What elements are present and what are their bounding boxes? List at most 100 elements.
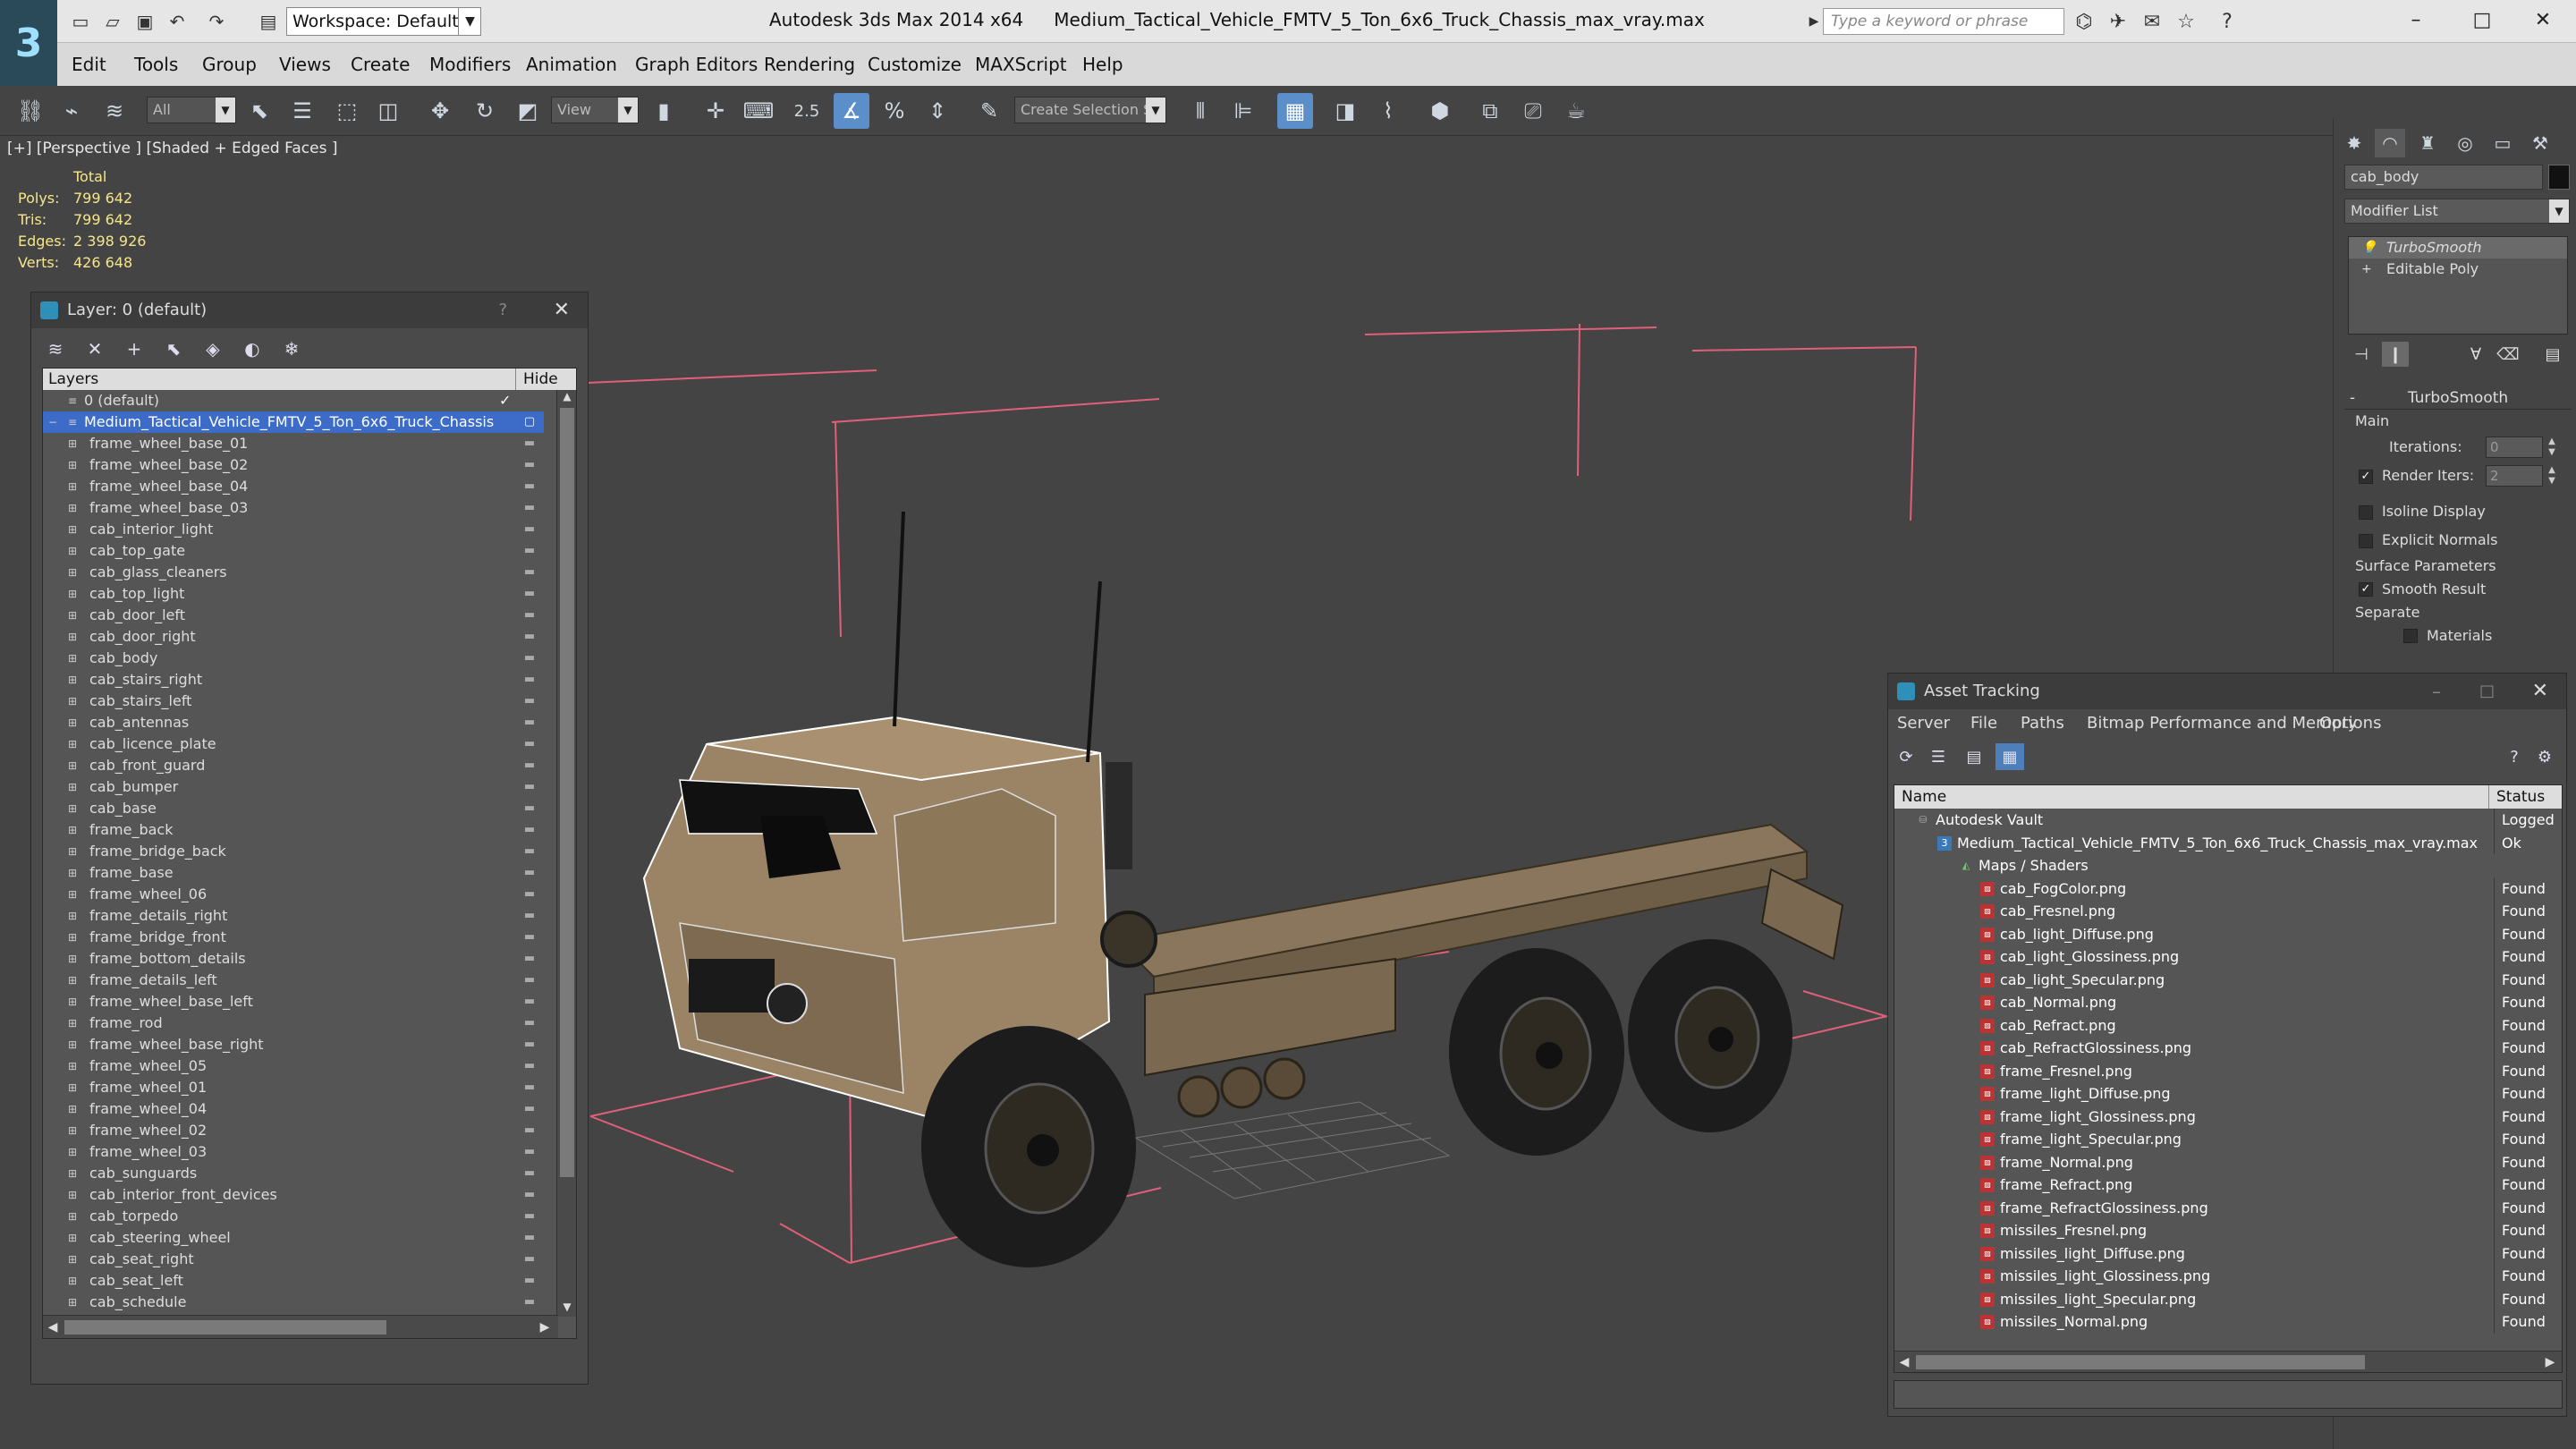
asset-menu-paths[interactable]: Paths	[2021, 709, 2064, 738]
material-editor-icon[interactable]: ⬢	[1422, 93, 1458, 129]
rollout-header[interactable]: - TurboSmooth	[2344, 386, 2572, 410]
snaps-toggle-icon[interactable]: 2.5	[789, 93, 825, 129]
hide-toggle[interactable]: ▬	[521, 776, 538, 798]
configure-sets-icon[interactable]: ▤	[2539, 342, 2566, 367]
layer-object-row[interactable]: ⊞ frame_wheel_base_03 ▬	[43, 497, 544, 519]
spinner-arrows-icon[interactable]: ▲ ▼	[2545, 465, 2559, 487]
hide-toggle[interactable]: ▬	[521, 1141, 538, 1163]
hide-toggle[interactable]: ▬	[521, 1206, 538, 1227]
column-name[interactable]: Name	[1902, 785, 1946, 809]
modifier-list-select[interactable]: Modifier List ▼	[2344, 199, 2570, 224]
communication-icon[interactable]: ✉	[2136, 7, 2168, 36]
layer-object-row[interactable]: ⊞ cab_top_light ▬	[43, 583, 544, 605]
render-setup-icon[interactable]: ⧉	[1472, 93, 1508, 129]
refresh-icon[interactable]: ⟳	[1892, 743, 1920, 770]
hide-toggle[interactable]: ▬	[521, 733, 538, 755]
hide-toggle[interactable]: ▬	[521, 927, 538, 948]
layer-object-row[interactable]: ⊞ frame_wheel_base_left ▬	[43, 991, 544, 1013]
hide-toggle[interactable]: ▬	[521, 1098, 538, 1120]
layer-object-row[interactable]: ⊞ frame_wheel_base_04 ▬	[43, 476, 544, 497]
minimize-icon[interactable]: –	[2432, 674, 2441, 709]
show-end-result-icon[interactable]: ❙	[2382, 342, 2409, 367]
asset-map-row[interactable]: ▨ frame_Fresnel.png Found	[1894, 1059, 2562, 1082]
lightbulb-icon[interactable]: 💡	[2361, 237, 2377, 258]
asset-map-row[interactable]: ▨ cab_Fresnel.png Found	[1894, 900, 2562, 923]
layer-object-row[interactable]: ⊞ cab_licence_plate ▬	[43, 733, 544, 755]
layer-object-row[interactable]: ⊞ frame_bottom_details ▬	[43, 948, 544, 970]
layer-object-row[interactable]: ⊞ cab_torpedo ▬	[43, 1206, 544, 1227]
hide-toggle[interactable]: ▬	[521, 712, 538, 733]
hide-toggle[interactable]: ▬	[521, 1120, 538, 1141]
hide-toggle[interactable]: ▬	[521, 648, 538, 669]
settings-icon[interactable]: ⚙	[2530, 743, 2559, 770]
select-object-icon[interactable]: ⬉	[242, 93, 277, 129]
layer-vertical-scrollbar[interactable]: ▲ ▼	[556, 390, 576, 1317]
hide-all-icon[interactable]: ◐	[237, 335, 267, 362]
asset-map-row[interactable]: ▨ missiles_light_Diffuse.png Found	[1894, 1241, 2562, 1265]
pin-stack-icon[interactable]: ⊣	[2348, 342, 2375, 367]
hide-toggle[interactable]: ▬	[521, 991, 538, 1013]
minimize-button[interactable]: –	[2383, 0, 2449, 39]
current-layer-check-icon[interactable]: ✓	[499, 390, 511, 411]
maximize-button[interactable]: □	[2449, 0, 2515, 39]
layer-object-row[interactable]: ⊞ cab_door_left ▬	[43, 605, 544, 626]
layer-object-row[interactable]: ⊞ frame_wheel_02 ▬	[43, 1120, 544, 1141]
display-tab-icon[interactable]: ▭	[2487, 129, 2518, 157]
hide-toggle[interactable]: ▬	[521, 669, 538, 691]
highlight-layer-icon[interactable]: ◈	[198, 335, 228, 362]
asset-map-row[interactable]: ▨ missiles_Normal.png Found	[1894, 1310, 2562, 1334]
hierarchy-tab-icon[interactable]: ♜	[2412, 129, 2443, 157]
iterations-spinner[interactable]: 0	[2486, 436, 2543, 458]
scroll-left-icon[interactable]: ◀	[43, 1316, 63, 1339]
hide-toggle[interactable]: ▬	[521, 519, 538, 540]
asset-map-row[interactable]: ▨ missiles_Fresnel.png Found	[1894, 1219, 2562, 1242]
layer-object-row[interactable]: ⊞ cab_glass_cleaners ▬	[43, 562, 544, 583]
hide-toggle[interactable]: ▬	[521, 1227, 538, 1249]
selection-filter-select[interactable]: All ▼	[147, 97, 236, 123]
help-icon[interactable]: ?	[2500, 743, 2529, 770]
new-file-icon[interactable]: ▭	[66, 7, 95, 36]
layer-object-row[interactable]: ⊞ frame_details_right ▬	[43, 905, 544, 927]
favorites-star-icon[interactable]: ☆	[2170, 7, 2202, 36]
layer-object-row[interactable]: ⊞ frame_wheel_base_01 ▬	[43, 433, 544, 454]
modify-tab-icon[interactable]: ◠	[2375, 129, 2405, 157]
asset-row-vault[interactable]: ⛁ Autodesk Vault Logged	[1894, 809, 2562, 832]
scroll-thumb[interactable]	[64, 1320, 386, 1335]
layer-object-row[interactable]: ⊞ frame_bridge_back ▬	[43, 841, 544, 862]
hide-toggle[interactable]: ▬	[521, 905, 538, 927]
layer-object-row[interactable]: ⊞ frame_details_left ▬	[43, 970, 544, 991]
layer-object-row[interactable]: ⊞ frame_wheel_05 ▬	[43, 1055, 544, 1077]
hide-toggle[interactable]: ▬	[521, 1077, 538, 1098]
asset-map-row[interactable]: ▨ missiles_light_Specular.png Found	[1894, 1287, 2562, 1310]
hide-toggle[interactable]: ▬	[521, 862, 538, 884]
menu-rendering[interactable]: Rendering	[764, 43, 855, 86]
curve-editor-icon[interactable]: ⌇	[1370, 93, 1406, 129]
asset-map-row[interactable]: ▨ frame_RefractGlossiness.png Found	[1894, 1196, 2562, 1219]
asset-map-row[interactable]: ▨ cab_light_Glossiness.png Found	[1894, 945, 2562, 969]
save-icon[interactable]: ▣	[131, 7, 159, 36]
hide-toggle[interactable]: ▬	[521, 583, 538, 605]
layer-object-row[interactable]: ⊞ cab_door_right ▬	[43, 626, 544, 648]
hide-toggle[interactable]: ▬	[521, 433, 538, 454]
redo-icon[interactable]: ↷	[202, 7, 231, 36]
hide-toggle[interactable]: ▬	[521, 1270, 538, 1292]
scroll-left-icon[interactable]: ◀	[1894, 1352, 1914, 1373]
select-objects-icon[interactable]: ⬉	[158, 335, 189, 362]
object-name-input[interactable]: cab_body	[2344, 165, 2543, 190]
asset-map-row[interactable]: ▨ cab_Normal.png Found	[1894, 991, 2562, 1014]
delete-layer-icon[interactable]: ✕	[80, 335, 110, 362]
maximize-icon[interactable]: □	[2479, 674, 2495, 709]
layer-horizontal-scrollbar[interactable]: ◀ ▶	[43, 1315, 558, 1338]
asset-row-file[interactable]: 3 Medium_Tactical_Vehicle_FMTV_5_Ton_6x6_…	[1894, 831, 2562, 854]
chevron-down-icon[interactable]: ▼	[458, 7, 481, 36]
subscription-icon[interactable]: ✈	[2102, 7, 2134, 36]
remove-modifier-icon[interactable]: ⌫	[2495, 342, 2521, 367]
hide-toggle[interactable]: ▬	[521, 841, 538, 862]
layer-object-row[interactable]: ⊞ frame_base ▬	[43, 862, 544, 884]
menu-edit[interactable]: Edit	[72, 43, 106, 86]
layer-object-row[interactable]: ⊞ cab_sunguards ▬	[43, 1163, 544, 1184]
hide-toggle[interactable]: ▬	[521, 948, 538, 970]
asset-map-row[interactable]: ▨ frame_light_Diffuse.png Found	[1894, 1082, 2562, 1106]
layer-dialog-title-bar[interactable]: Layer: 0 (default) ? ✕	[31, 292, 588, 328]
scale-icon[interactable]: ◩	[510, 93, 546, 129]
